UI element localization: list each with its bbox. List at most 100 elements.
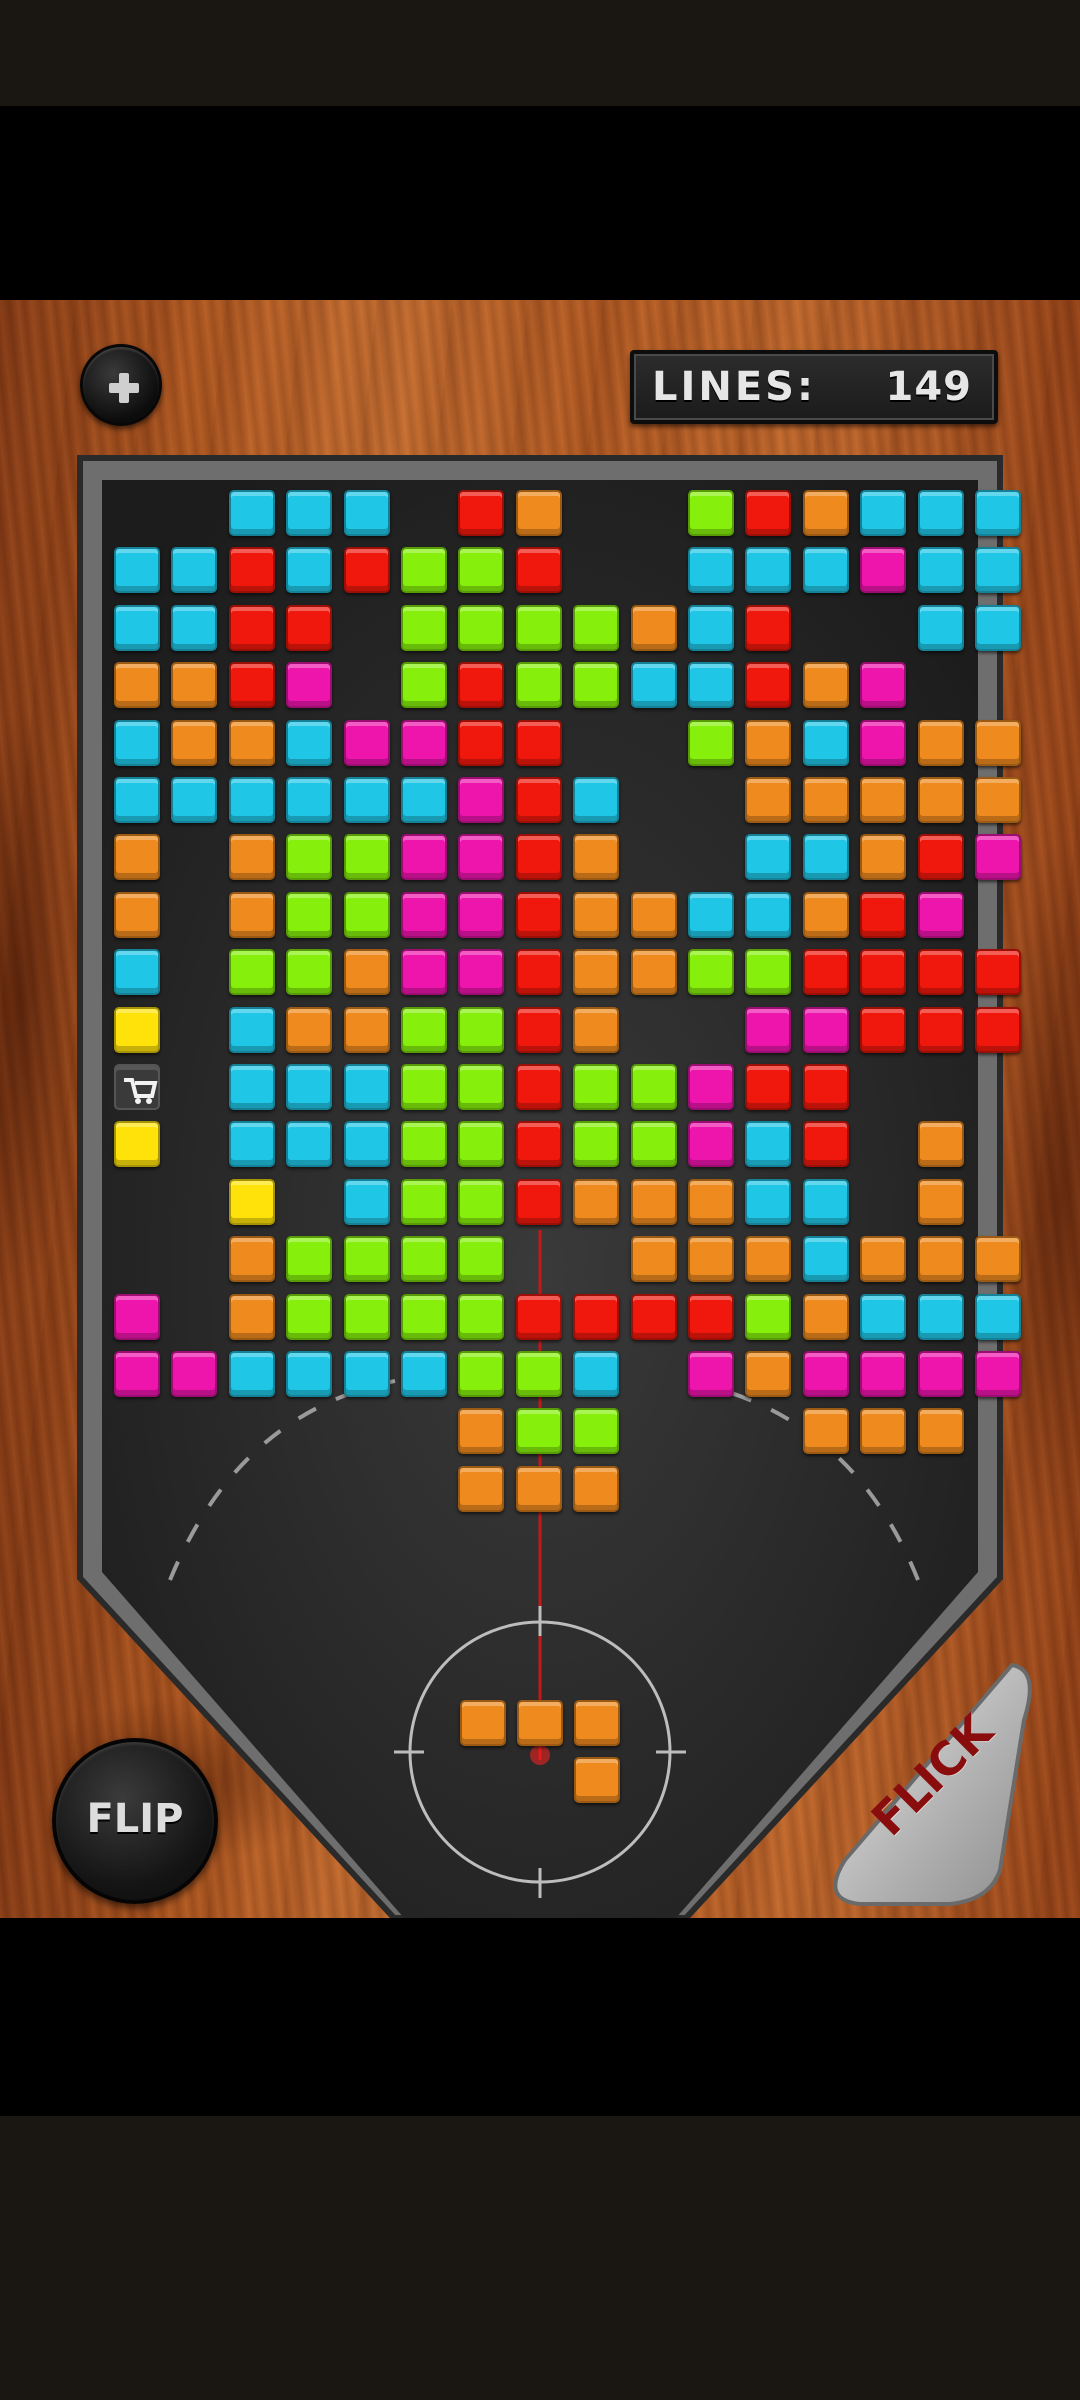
block <box>745 891 792 938</box>
block <box>917 777 964 823</box>
block <box>860 490 907 536</box>
block <box>917 1351 964 1397</box>
block <box>917 1121 964 1168</box>
navigation-bar <box>0 2116 1080 2400</box>
block <box>745 1121 792 1168</box>
block <box>286 777 333 823</box>
block <box>515 1293 562 1340</box>
block <box>286 1064 333 1110</box>
block <box>917 1236 964 1283</box>
block <box>745 949 792 996</box>
block <box>343 547 390 594</box>
block <box>860 719 907 766</box>
block <box>860 1006 907 1053</box>
block <box>171 547 218 594</box>
block <box>458 1408 505 1455</box>
block <box>688 662 734 709</box>
block <box>975 719 1021 766</box>
block <box>688 1178 734 1225</box>
block <box>860 1351 907 1397</box>
block <box>515 1408 562 1455</box>
block <box>171 719 218 766</box>
block <box>458 1236 505 1283</box>
block <box>401 1236 447 1283</box>
block <box>630 1293 677 1340</box>
lines-counter: LINES: 149 <box>630 350 998 424</box>
block <box>975 1236 1021 1283</box>
block <box>458 834 505 881</box>
next-piece-block <box>574 1757 621 1804</box>
block <box>802 1064 849 1110</box>
block <box>802 1121 849 1168</box>
block <box>286 719 333 766</box>
flip-label: FLIP <box>86 1796 184 1842</box>
block <box>401 604 447 651</box>
block <box>343 1121 390 1168</box>
block <box>573 1064 620 1110</box>
block <box>860 834 907 881</box>
block <box>114 1006 160 1053</box>
block <box>114 604 160 651</box>
block <box>401 777 447 823</box>
block <box>228 777 275 823</box>
block <box>114 777 160 823</box>
block <box>343 1293 390 1340</box>
block <box>745 604 792 651</box>
block <box>573 662 620 709</box>
block <box>228 490 275 536</box>
block <box>802 777 849 823</box>
block <box>286 891 333 938</box>
block <box>688 547 734 594</box>
block <box>975 834 1021 881</box>
block <box>515 891 562 938</box>
block <box>802 1408 849 1455</box>
block <box>745 1064 792 1110</box>
block <box>860 547 907 594</box>
block <box>688 719 734 766</box>
add-button[interactable] <box>80 344 162 426</box>
block <box>343 1236 390 1283</box>
block <box>860 891 907 938</box>
block <box>975 777 1021 823</box>
block <box>286 1006 333 1053</box>
flip-button[interactable]: FLIP <box>52 1738 218 1904</box>
block <box>975 604 1021 651</box>
block <box>114 547 160 594</box>
block <box>515 949 562 996</box>
block <box>458 662 505 709</box>
game-area[interactable]: LINES: 149 FLIP FLICK <box>0 300 1080 1918</box>
block <box>343 1351 390 1397</box>
block <box>917 949 964 996</box>
block <box>401 891 447 938</box>
block <box>860 1293 907 1340</box>
block <box>860 777 907 823</box>
block <box>975 949 1021 996</box>
block <box>917 604 964 651</box>
block <box>745 1351 792 1397</box>
block <box>458 490 505 536</box>
block <box>286 604 333 651</box>
block <box>458 719 505 766</box>
block <box>688 949 734 996</box>
block <box>458 1465 505 1512</box>
block <box>745 1178 792 1225</box>
trap-block <box>114 1064 160 1110</box>
block <box>458 1293 505 1340</box>
next-piece-block <box>574 1700 621 1746</box>
block <box>343 1006 390 1053</box>
block <box>860 1408 907 1455</box>
block <box>515 777 562 823</box>
block <box>975 1351 1021 1397</box>
block <box>630 1064 677 1110</box>
block <box>114 891 160 938</box>
block <box>343 490 390 536</box>
block <box>573 834 620 881</box>
block <box>228 1006 275 1053</box>
block <box>515 1465 562 1512</box>
block <box>802 1006 849 1053</box>
next-piece-block <box>459 1700 506 1746</box>
block <box>401 547 447 594</box>
block <box>343 1064 390 1110</box>
block <box>917 1293 964 1340</box>
block <box>171 662 218 709</box>
